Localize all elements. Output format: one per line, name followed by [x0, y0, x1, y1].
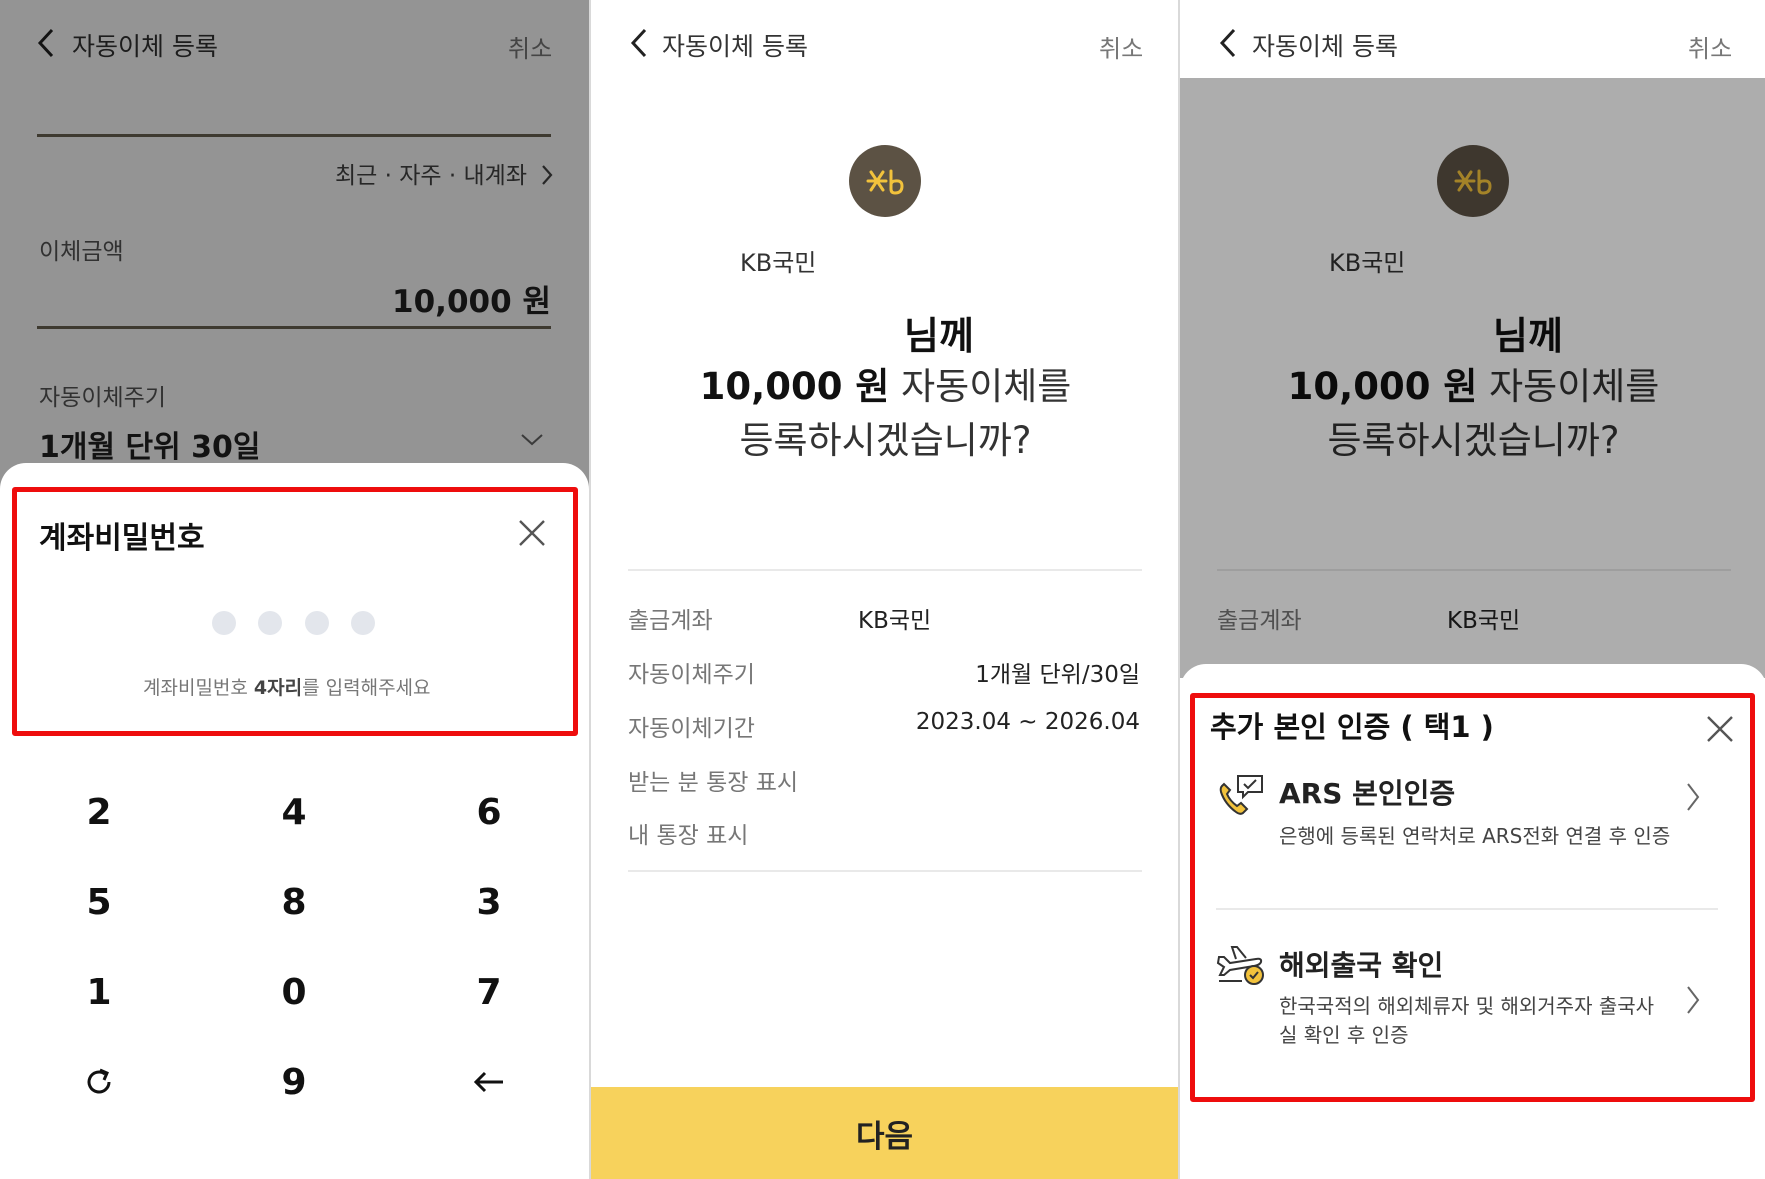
cancel-button[interactable]: 취소 [1688, 29, 1732, 64]
confirm-screen: 자동이체 등록 취소 KB국민 님께 10,000 원 자동이체를 등록하시겠습… [589, 0, 1178, 1179]
keypad-key[interactable]: 0 [234, 957, 354, 1027]
keypad-key[interactable]: 5 [39, 867, 159, 937]
detail-label: 출금계좌 [628, 608, 713, 634]
keypad-key[interactable]: 1 [39, 957, 159, 1027]
refresh-icon[interactable] [39, 1047, 159, 1117]
back-icon[interactable] [1218, 27, 1238, 59]
bank-name: KB국민 [740, 249, 817, 277]
back-icon[interactable] [629, 27, 649, 59]
highlight-box [1190, 693, 1755, 1102]
next-button[interactable]: 다음 [591, 1087, 1178, 1179]
detail-label: 자동이체주기 [628, 662, 755, 688]
keypad-key[interactable]: 3 [429, 867, 549, 937]
detail-value: KB국민 [858, 608, 932, 634]
keypad-key[interactable]: 9 [234, 1047, 354, 1117]
recipient-suffix: 님께 [904, 314, 974, 358]
detail-value: 1개월 단위/30일 [975, 662, 1140, 688]
divider [628, 870, 1142, 872]
confirm-amount: 10,000 원 [699, 365, 890, 408]
confirm-message: 10,000 원 자동이체를 [591, 356, 1178, 410]
detail-value: 2023.04 ~ 2026.04 [915, 709, 1140, 735]
backspace-icon[interactable] [429, 1047, 549, 1117]
keypad-key[interactable]: 6 [429, 777, 549, 847]
keypad-key[interactable]: 8 [234, 867, 354, 937]
password-screen: 자동이체 등록 취소 최근 · 자주 · 내계좌 이체금액 10,000 원 자… [0, 0, 589, 1179]
page-title: 자동이체 등록 [1252, 32, 1398, 61]
highlight-box [12, 487, 578, 736]
detail-label[interactable]: 내 통장 표시 [628, 816, 748, 850]
keypad-key[interactable]: 4 [234, 777, 354, 847]
dim-overlay [1180, 78, 1765, 678]
page-title: 자동이체 등록 [662, 32, 808, 61]
dim-overlay [0, 0, 589, 500]
keypad-key[interactable]: 2 [39, 777, 159, 847]
divider [628, 569, 1142, 571]
detail-label[interactable]: 받는 분 통장 표시 [628, 763, 798, 797]
keypad-key[interactable]: 7 [429, 957, 549, 1027]
extra-auth-screen: 자동이체 등록 취소 KB국민 님께 10,000 원 자동이체를 등록하시겠습… [1178, 0, 1765, 1179]
confirm-amount-rest: 자동이체를 [889, 365, 1072, 408]
cancel-button[interactable]: 취소 [1099, 29, 1143, 64]
detail-label: 자동이체기간 [628, 716, 755, 742]
confirm-question: 등록하시겠습니까? [739, 419, 1032, 462]
kb-logo-icon [849, 145, 921, 217]
